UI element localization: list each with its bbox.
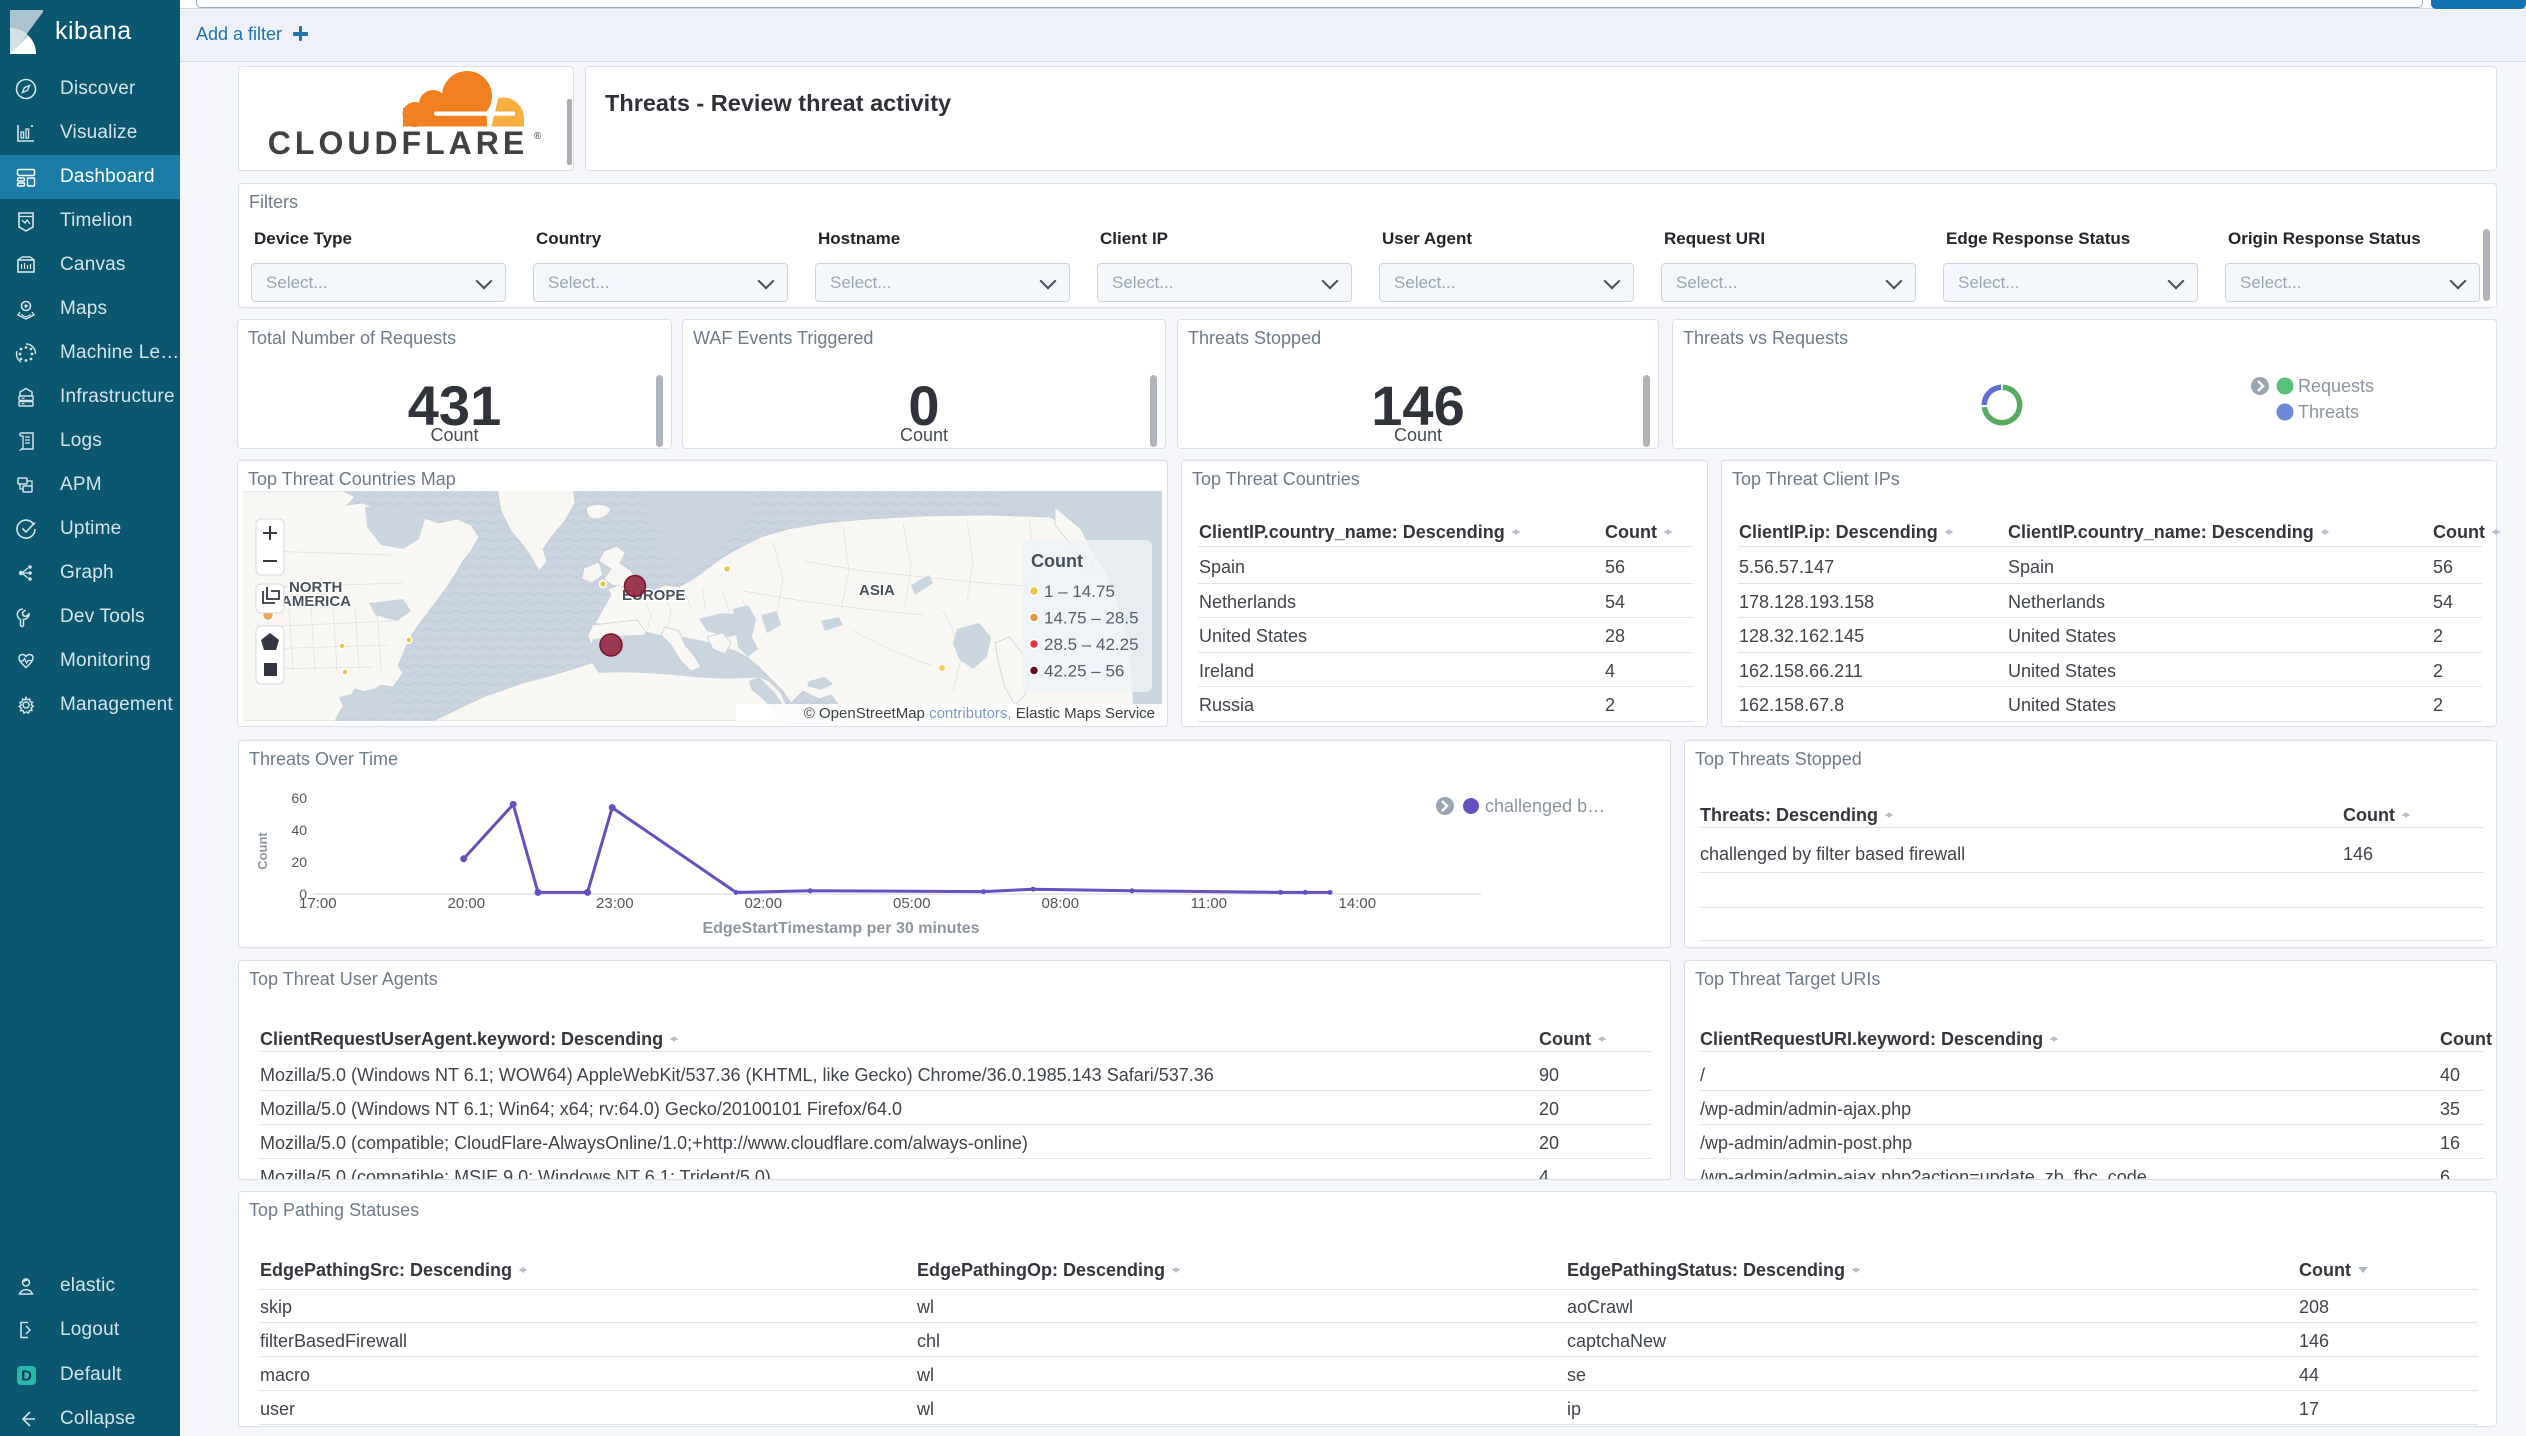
svg-text:28.5 – 42.25: 28.5 – 42.25 — [1044, 635, 1139, 654]
svg-text:42.25 – 56: 42.25 – 56 — [1044, 662, 1124, 681]
svg-text:®: ® — [534, 131, 542, 142]
svg-text:05:00: 05:00 — [893, 895, 931, 912]
svg-text:60: 60 — [291, 790, 307, 806]
svg-text:EdgeStartTimestamp per 30 minu: EdgeStartTimestamp per 30 minutes — [702, 920, 979, 937]
svg-text:Count: Count — [255, 832, 270, 870]
svg-text:23:00: 23:00 — [596, 895, 634, 912]
svg-text:© OpenStreetMap contributors,: © OpenStreetMap contributors, Elastic Ma… — [804, 705, 1155, 721]
svg-text:CLOUDFLARE: CLOUDFLARE — [268, 125, 528, 161]
svg-text:40: 40 — [291, 822, 307, 838]
svg-text:D: D — [21, 1368, 32, 1385]
svg-text:14:00: 14:00 — [1339, 895, 1377, 912]
svg-text:ASIA: ASIA — [859, 582, 895, 599]
svg-text:20: 20 — [291, 854, 307, 870]
svg-text:02:00: 02:00 — [745, 895, 783, 912]
svg-text:1 – 14.75: 1 – 14.75 — [1044, 582, 1115, 601]
svg-text:11:00: 11:00 — [1191, 895, 1227, 912]
svg-text:08:00: 08:00 — [1042, 895, 1080, 912]
svg-text:17:00: 17:00 — [299, 895, 337, 912]
svg-text:Count: Count — [1031, 551, 1083, 571]
svg-text:14.75 – 28.5: 14.75 – 28.5 — [1044, 609, 1139, 628]
svg-text:20:00: 20:00 — [448, 895, 486, 912]
svg-text:AMERICA: AMERICA — [281, 593, 351, 610]
svg-text:challenged b…: challenged b… — [1485, 796, 1605, 816]
